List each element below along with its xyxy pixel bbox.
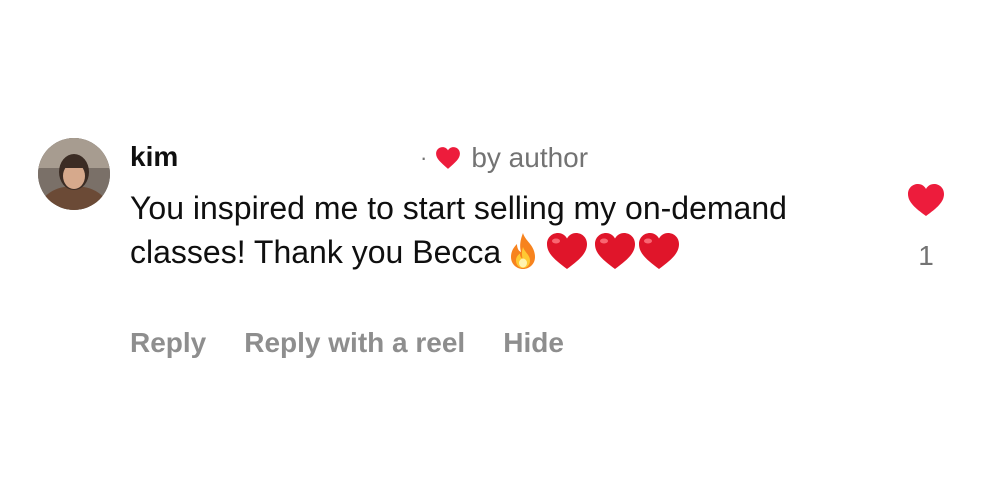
- reply-with-reel-button[interactable]: Reply with a reel: [244, 324, 465, 362]
- reply-button[interactable]: Reply: [130, 324, 206, 362]
- like-count[interactable]: 1: [910, 238, 942, 274]
- heart-icon: [436, 147, 461, 169]
- red-heart-emoji-icon: [593, 231, 637, 271]
- red-heart-emoji-icon: [545, 231, 589, 271]
- liked-by-author: · by author: [420, 140, 588, 176]
- hide-button[interactable]: Hide: [503, 324, 564, 362]
- avatar[interactable]: [38, 138, 110, 210]
- fire-emoji-icon: [505, 231, 541, 271]
- avatar-photo: [38, 138, 110, 210]
- red-heart-emoji-icon: [637, 231, 681, 271]
- comment-actions: Reply Reply with a reel Hide: [130, 324, 564, 362]
- comment-text: You inspired me to start selling my on-d…: [130, 190, 787, 270]
- comment-author[interactable]: kim: [130, 139, 178, 175]
- comment-body: You inspired me to start selling my on-d…: [130, 186, 850, 274]
- separator-dot: ·: [420, 145, 428, 170]
- like-button[interactable]: [906, 182, 946, 218]
- heart-filled-icon: [908, 184, 944, 216]
- liked-by-label: by author: [471, 142, 589, 173]
- comment-view: kim · by author You inspired me to start…: [0, 0, 1000, 500]
